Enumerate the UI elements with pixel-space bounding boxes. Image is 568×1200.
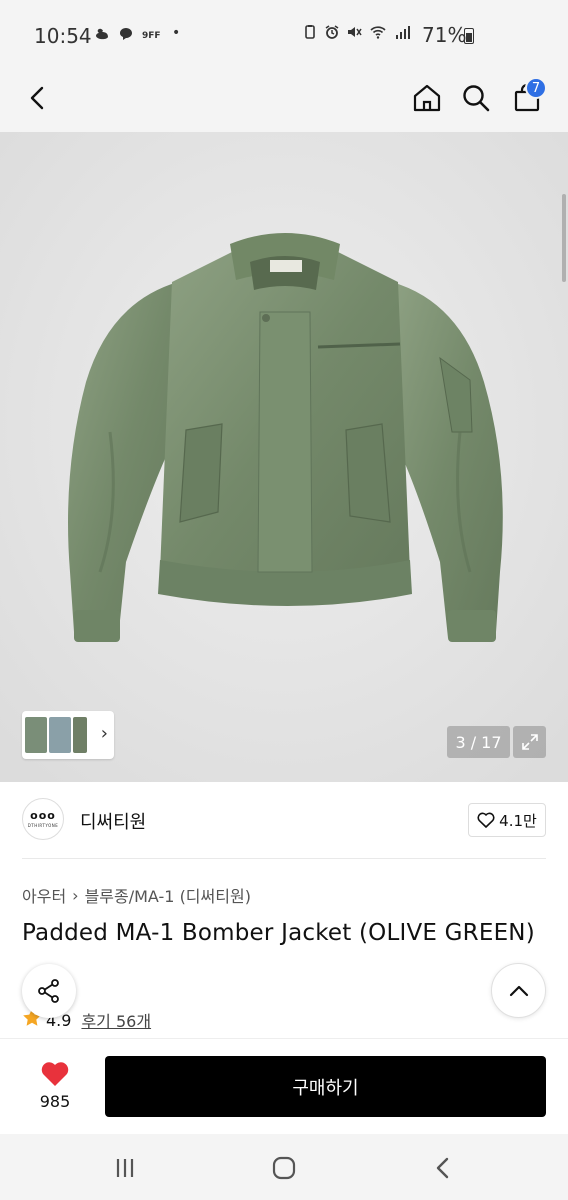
divider <box>22 858 546 859</box>
heart-filled-icon <box>41 1062 69 1086</box>
recent-apps-button[interactable] <box>110 1154 140 1182</box>
chevron-left-icon <box>30 86 44 110</box>
status-bar: 10:54 9FF • 71% <box>0 0 568 70</box>
product-image <box>0 132 568 782</box>
brand-logo-mark: ooo <box>30 809 56 822</box>
thumbnail-1[interactable] <box>25 717 47 753</box>
scroll-top-button[interactable] <box>491 963 546 1018</box>
home-icon <box>413 84 441 112</box>
status-notification-icons: 9FF <box>94 26 162 42</box>
brand-name[interactable]: 디써티원 <box>80 808 146 834</box>
svg-text:9FF: 9FF <box>142 31 161 41</box>
chevron-up-icon <box>509 985 528 996</box>
wishlist-button[interactable] <box>40 1060 70 1092</box>
system-home-icon <box>272 1156 296 1180</box>
battery-percent: 71% <box>422 23 467 47</box>
status-time: 10:54 <box>34 24 92 48</box>
signal-icon <box>396 26 410 39</box>
battery-saver-icon <box>305 25 315 39</box>
brand-logo-sub: DTHIRTYONE <box>27 823 59 828</box>
expand-image-button[interactable] <box>513 726 546 758</box>
page-scrollbar[interactable] <box>562 194 566 282</box>
review-count-link[interactable]: 후기 56개 <box>81 1008 151 1032</box>
chat-icon <box>120 28 132 40</box>
brand-logo[interactable]: ooo DTHIRTYONE <box>22 798 64 840</box>
expand-icon <box>521 734 538 750</box>
cart-count-badge: 7 <box>525 77 547 99</box>
search-icon <box>463 85 490 112</box>
breadcrumb-category[interactable]: 아우터 <box>22 883 66 907</box>
brand-like-button[interactable]: 4.1만 <box>468 803 546 837</box>
breadcrumb-subcategory[interactable]: 블루종/MA-1 (디써티원) <box>85 883 251 907</box>
chevron-right-icon: › <box>100 723 108 744</box>
alarm-icon <box>325 25 339 39</box>
product-title: Padded MA-1 Bomber Jacket (OLIVE GREEN) <box>22 920 535 946</box>
thumbnail-strip[interactable]: › <box>22 711 114 759</box>
breadcrumb-separator: › <box>72 885 79 905</box>
status-system-icons <box>302 24 410 40</box>
app-header <box>0 70 568 132</box>
heart-outline-icon <box>477 812 495 828</box>
duck-icon <box>96 28 108 40</box>
system-back-icon <box>436 1157 449 1179</box>
app-logo-icon: 9FF <box>142 31 161 41</box>
home-button[interactable] <box>407 78 447 118</box>
battery-icon <box>464 28 474 44</box>
share-button[interactable] <box>22 964 76 1018</box>
search-button[interactable] <box>456 78 496 118</box>
brand-like-count: 4.1만 <box>499 811 537 830</box>
image-counter: 3 / 17 <box>447 726 510 758</box>
thumbnail-2[interactable] <box>49 717 71 753</box>
system-home-button[interactable] <box>269 1154 299 1182</box>
recent-apps-icon <box>116 1159 134 1177</box>
wishlist-count: 985 <box>39 1092 71 1111</box>
buy-button[interactable]: 구매하기 <box>105 1056 546 1117</box>
share-icon <box>38 979 59 1003</box>
product-image-gallery[interactable] <box>0 132 568 782</box>
status-more-dot: • <box>172 25 181 41</box>
wifi-icon <box>370 26 386 39</box>
system-back-button[interactable] <box>428 1154 458 1182</box>
thumbnail-3[interactable] <box>73 717 87 753</box>
breadcrumb: 아우터 › 블루종/MA-1 (디써티원) <box>22 883 251 907</box>
mute-icon <box>348 27 362 37</box>
system-navigation-bar <box>0 1134 568 1200</box>
back-button[interactable] <box>18 78 58 118</box>
